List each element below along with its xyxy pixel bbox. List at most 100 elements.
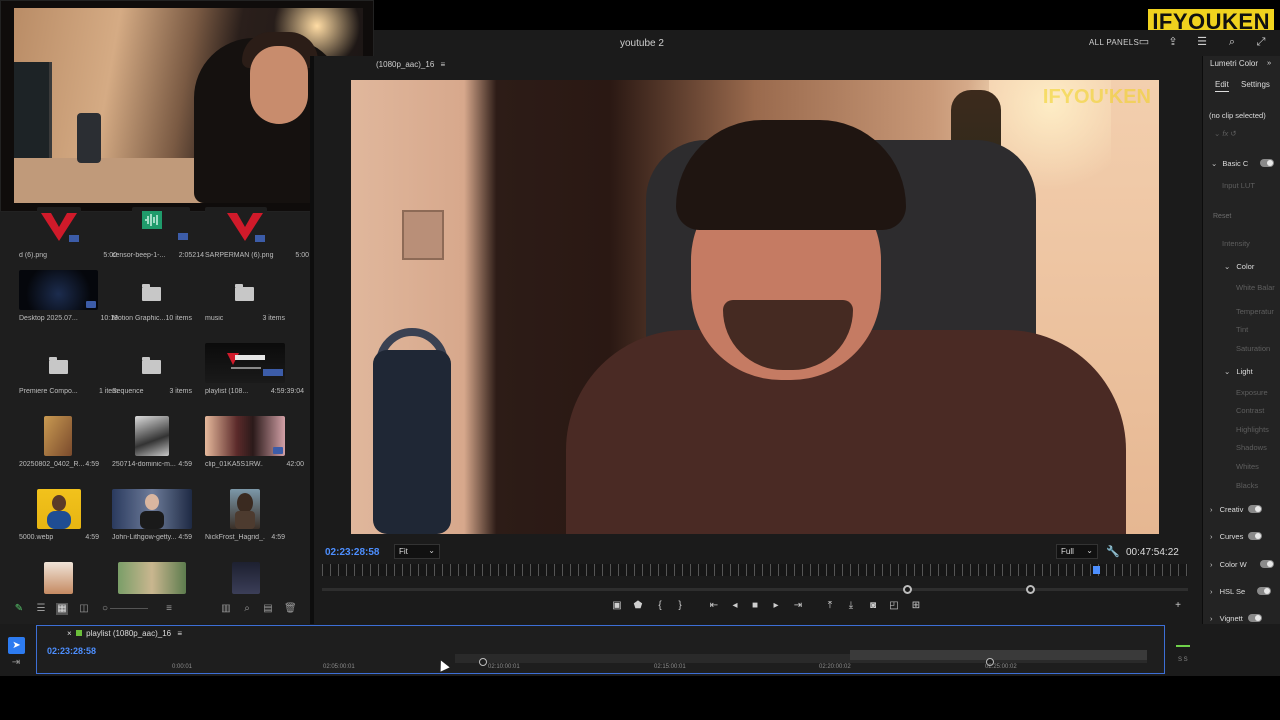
color-wheels-section-header[interactable]: › Color W xyxy=(1210,560,1247,569)
thumbnail xyxy=(44,416,72,456)
comparison-view-icon[interactable]: ◰ xyxy=(887,599,901,613)
curves-toggle[interactable] xyxy=(1248,532,1262,540)
playhead-marker[interactable] xyxy=(1093,566,1100,574)
partial-thumbnail[interactable] xyxy=(118,562,186,594)
lumetri-title[interactable]: Lumetri Color xyxy=(1210,59,1258,68)
bin-item[interactable]: 250714-dominic-m... 4:59 xyxy=(112,416,206,484)
playhead-timecode[interactable]: 02:23:28:58 xyxy=(325,547,379,558)
find-icon[interactable]: ⌕ xyxy=(241,603,253,615)
bin-item[interactable]: SARPERMAN (6).png 5:00 xyxy=(205,207,309,275)
timeline-tick: 0:00:01 xyxy=(172,664,193,670)
tab-edit[interactable]: Edit xyxy=(1215,80,1229,92)
bin-item[interactable]: 5000.webp 4:59 xyxy=(19,489,113,557)
zoom-scrollbar[interactable] xyxy=(322,588,1188,591)
basic-correction-header[interactable]: ⌄ Basic C xyxy=(1211,159,1248,168)
icon-view-icon[interactable]: ▦ xyxy=(56,603,68,615)
add-marker-icon[interactable]: ⬟ xyxy=(631,599,645,613)
extract-icon[interactable]: ⤓ xyxy=(844,599,858,613)
zoom-scrollbar-start-handle[interactable] xyxy=(903,585,912,594)
bin-item[interactable]: Desktop 2025.07... 10:19 xyxy=(19,270,118,338)
thumbnail xyxy=(37,207,81,247)
close-icon[interactable]: × xyxy=(67,629,74,638)
item-meta: 4:59 xyxy=(85,534,99,541)
share-icon[interactable]: ⇪ xyxy=(1167,36,1179,48)
program-video[interactable]: IFYOU'KEN xyxy=(351,80,1159,534)
zoom-slider-track[interactable] xyxy=(110,608,148,609)
fullscreen-icon[interactable]: ⤢ xyxy=(1255,36,1267,48)
track-select-tool-icon[interactable]: ⇥ xyxy=(10,657,22,669)
timeline-tab[interactable]: × playlist (1080p_aac)_16 ≡ xyxy=(67,629,182,638)
tab-menu-icon[interactable]: ≡ xyxy=(177,629,182,638)
camera-icon[interactable]: ◙ xyxy=(866,599,880,613)
wrench-icon[interactable]: 🔧 xyxy=(1106,546,1120,558)
search-icon[interactable]: ⌕ xyxy=(1226,36,1238,48)
vignette-section-header[interactable]: › Vignett xyxy=(1210,614,1243,623)
sort-icon[interactable]: ≡ xyxy=(163,603,175,615)
project-title: youtube 2 xyxy=(620,38,664,49)
light-section-header[interactable]: ⌄ Light xyxy=(1224,367,1253,376)
bin-item[interactable]: Sequence 3 items xyxy=(112,343,206,411)
pencil-icon[interactable]: ✎ xyxy=(13,603,25,615)
all-panels-button[interactable]: ALL PANELS xyxy=(1089,38,1139,47)
sequence-thumbnail-icon xyxy=(227,353,283,376)
timeline-zoom-start-handle[interactable] xyxy=(479,658,487,666)
bin-item[interactable]: Premiere Compo... 1 item xyxy=(19,343,118,411)
section-label: Creativ xyxy=(1219,505,1244,514)
freeform-view-icon[interactable]: ◫ xyxy=(78,603,90,615)
menu-icon[interactable]: ☰ xyxy=(1196,36,1208,48)
folder-icon xyxy=(142,357,161,374)
bin-item[interactable]: clip_01KA5S1RW... 42:00 xyxy=(205,416,304,484)
hsl-toggle[interactable] xyxy=(1257,587,1271,595)
list-view-icon[interactable]: ☰ xyxy=(35,603,47,615)
go-to-out-icon[interactable]: ⇥ xyxy=(791,599,805,613)
zoom-slider-icon[interactable]: ○ xyxy=(99,603,111,615)
bin-item[interactable]: music 3 items xyxy=(205,270,299,338)
creative-toggle[interactable] xyxy=(1248,505,1262,513)
curves-section-header[interactable]: › Curves xyxy=(1210,532,1243,541)
stop-icon[interactable]: ■ xyxy=(748,599,762,613)
bin-item[interactable]: playlist (108... 4:59:39:04 xyxy=(205,343,304,411)
fx-toggle-icon[interactable]: ⌄ fx ↺ xyxy=(1214,129,1237,138)
timeline-work-area[interactable] xyxy=(850,650,1147,660)
zoom-scrollbar-end-handle[interactable] xyxy=(1026,585,1035,594)
bin-item[interactable]: d (6).png 5:00 xyxy=(19,207,117,275)
expand-icon[interactable]: » xyxy=(1267,58,1271,67)
resolution-select[interactable]: Full ⌄ xyxy=(1056,544,1098,559)
vignette-toggle[interactable] xyxy=(1248,614,1262,622)
bin-item[interactable]: NickFrost_Hagrid_... 4:59 xyxy=(205,489,299,557)
bin-item[interactable]: censor-beep-1-... 2:05214 xyxy=(112,207,206,275)
timeline-timecode[interactable]: 02:23:28:58 xyxy=(47,646,96,656)
add-button-icon[interactable]: + xyxy=(1171,599,1185,613)
step-back-icon[interactable]: ◂ xyxy=(728,599,742,613)
partial-thumbnail[interactable] xyxy=(232,562,260,594)
program-monitor-tab[interactable]: (1080p_aac)_16 ≡ xyxy=(376,60,445,69)
delete-icon[interactable]: 🗑 xyxy=(284,603,297,615)
new-bin-icon[interactable]: ▤ xyxy=(262,603,274,615)
bin-item[interactable]: 20250802_0402_R... 4:59 xyxy=(19,416,113,484)
creative-section-header[interactable]: › Creativ xyxy=(1210,505,1243,514)
step-forward-icon[interactable]: ▸ xyxy=(769,599,783,613)
automate-sequence-icon[interactable]: ▥ xyxy=(220,603,232,615)
bin-item[interactable]: Motion Graphic... 10 items xyxy=(112,270,206,338)
lift-icon[interactable]: ⤒ xyxy=(823,599,837,613)
hsl-section-header[interactable]: › HSL Se xyxy=(1210,587,1245,596)
color-section-header[interactable]: ⌄ Color xyxy=(1224,262,1254,271)
tab-settings[interactable]: Settings xyxy=(1241,80,1270,89)
add-marker-gallery-icon[interactable]: ▣ xyxy=(610,599,624,613)
go-to-in-icon[interactable]: ⇤ xyxy=(707,599,721,613)
proxy-toggle-icon[interactable]: ⊞ xyxy=(909,599,923,613)
mark-out-icon[interactable]: } xyxy=(673,599,687,613)
color-wheels-toggle[interactable] xyxy=(1260,560,1274,568)
bin-item[interactable]: John-Lithgow-getty... 4:59 xyxy=(112,489,206,557)
zoom-fit-select[interactable]: Fit ⌄ xyxy=(394,544,440,559)
reset-button[interactable]: Reset xyxy=(1213,213,1231,220)
thumbnail xyxy=(132,207,190,247)
panel-layout-icon[interactable]: ▭ xyxy=(1138,36,1150,48)
basic-correction-toggle[interactable] xyxy=(1260,159,1274,167)
selection-tool-icon[interactable]: ➤ xyxy=(8,637,25,654)
tab-menu-icon[interactable]: ≡ xyxy=(441,60,446,69)
mark-in-icon[interactable]: { xyxy=(653,599,667,613)
webcam-face xyxy=(250,46,308,124)
monitor-time-ruler[interactable] xyxy=(322,564,1188,576)
partial-thumbnail[interactable] xyxy=(44,562,73,594)
